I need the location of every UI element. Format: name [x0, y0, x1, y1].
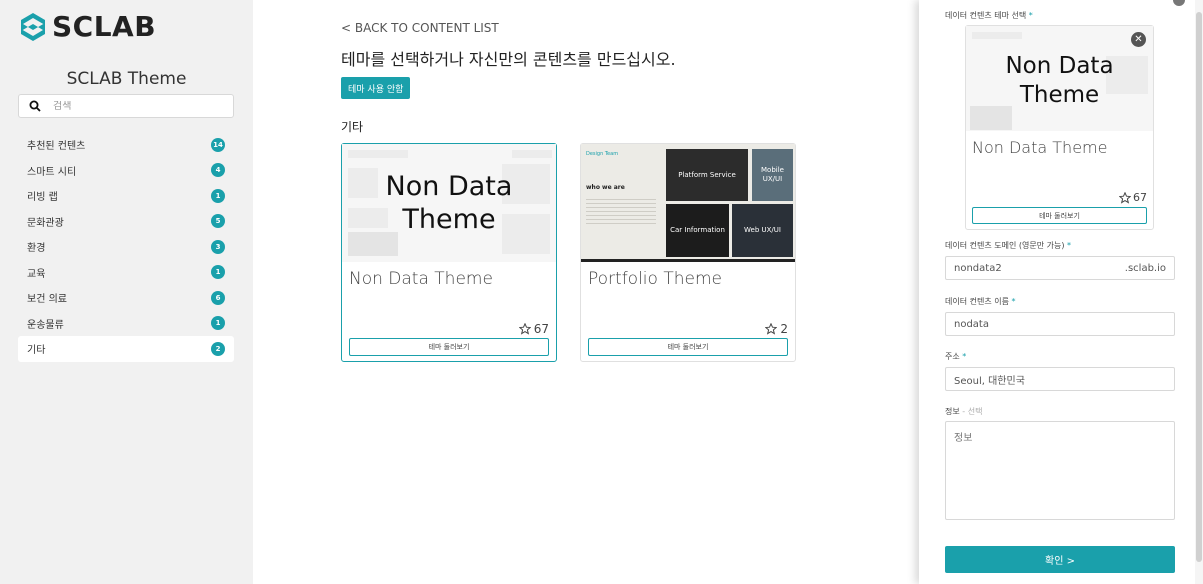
category-item[interactable]: 스마트 시티 4	[18, 158, 234, 184]
info-label: 정보 - 선택	[945, 407, 983, 416]
category-item[interactable]: 추천된 컨텐츠 14	[18, 132, 234, 158]
category-count-badge: 1	[211, 265, 225, 280]
theme-card-non-data[interactable]: Non Data Theme Non Data Theme 67 테마 둘러보기	[341, 143, 557, 362]
address-label: 주소 *	[945, 352, 967, 361]
theme-name: Non Data Theme	[972, 138, 1108, 157]
back-to-list-link[interactable]: < BACK TO CONTENT LIST	[341, 21, 499, 35]
thumbnail-tile: Platform Service	[666, 149, 748, 201]
category-label: 스마트 시티	[27, 166, 77, 178]
sidebar: SCLAB SCLAB Theme 추천된 컨텐츠 14 스마트 시티 4 리빙 랩…	[0, 0, 253, 584]
thumbnail-title: Non Data Theme	[1005, 53, 1114, 108]
thumbnail-tile: Mobile UX/UI	[752, 149, 793, 201]
theme-select-label: 데이터 컨텐츠 테마 선택 *	[945, 11, 1033, 20]
section-label: 기타	[341, 120, 364, 134]
no-theme-button[interactable]: 테마 사용 안함	[341, 77, 411, 99]
search-input[interactable]	[53, 100, 223, 112]
category-item[interactable]: 리빙 랩 1	[18, 183, 234, 209]
category-item[interactable]: 운송물류 1	[18, 311, 234, 337]
logo-text: SCLAB	[52, 10, 157, 43]
domain-input[interactable]	[954, 262, 1104, 274]
category-count-badge: 14	[211, 137, 225, 152]
theme-card-portfolio[interactable]: Design Team who we are Platform Service …	[580, 143, 796, 362]
search-box	[18, 94, 234, 118]
create-content-panel: 데이터 컨텐츠 테마 선택 * Non Data Theme ✕ Non Dat…	[919, 0, 1203, 584]
category-count-badge: 5	[211, 214, 225, 229]
category-label: 환경	[27, 243, 46, 255]
star-count: 67	[1133, 191, 1147, 204]
domain-field: .sclab.io	[945, 256, 1175, 280]
preview-theme-button[interactable]: 테마 둘러보기	[588, 338, 788, 356]
thumbnail-caption: who we are	[586, 184, 625, 191]
theme-thumbnail: Non Data Theme	[966, 26, 1153, 131]
category-item[interactable]: 문화관광 5	[18, 209, 234, 235]
sidebar-title: SCLAB Theme	[66, 69, 187, 89]
category-item[interactable]: 교육 1	[18, 260, 234, 286]
category-label: 교육	[27, 268, 46, 280]
scrollbar-track[interactable]	[1195, 0, 1203, 584]
name-label: 데이터 컨텐츠 이름 *	[945, 297, 1016, 306]
preview-theme-button[interactable]: 테마 둘러보기	[349, 338, 549, 356]
star-icon	[518, 323, 531, 335]
thumbnail-tile: Web UX/UI	[732, 204, 793, 257]
theme-thumbnail: Non Data Theme	[342, 144, 556, 262]
domain-label: 데이터 컨텐츠 도메인 (영문만 가능) *	[945, 241, 1071, 250]
search-icon	[29, 100, 41, 112]
preview-theme-button[interactable]: 테마 둘러보기	[972, 207, 1147, 224]
category-label: 보건 의료	[27, 294, 67, 306]
name-field	[945, 312, 1175, 336]
category-count-badge: 1	[211, 316, 225, 331]
selected-theme-card: Non Data Theme ✕ Non Data Theme 67 테마 둘러…	[965, 25, 1154, 230]
address-field	[945, 367, 1175, 391]
category-label: 운송물류	[27, 319, 64, 331]
confirm-button[interactable]: 확인 >	[945, 546, 1175, 573]
logo[interactable]: SCLAB	[20, 10, 156, 43]
star-rating: 67	[518, 322, 549, 336]
scrollbar-thumb[interactable]	[1196, 12, 1202, 562]
theme-name: Portfolio Theme	[588, 269, 722, 289]
thumbnail-brand: Design Team	[586, 151, 619, 157]
category-count-badge: 1	[211, 188, 225, 203]
category-count-badge: 6	[211, 290, 225, 305]
domain-suffix: .sclab.io	[1124, 262, 1166, 274]
category-label: 문화관광	[27, 217, 64, 229]
thumbnail-tile: Car Information	[666, 204, 729, 257]
star-rating: 67	[1119, 191, 1147, 204]
star-count: 2	[780, 322, 788, 336]
category-list: 추천된 컨텐츠 14 스마트 시티 4 리빙 랩 1 문화관광 5 환경 3 교육 1 보건…	[18, 132, 234, 362]
star-icon	[765, 323, 778, 335]
category-label: 추천된 컨텐츠	[27, 141, 86, 153]
address-input[interactable]	[954, 373, 1104, 385]
thumbnail-title: Non Data Theme	[385, 171, 513, 235]
category-label: 기타	[27, 345, 46, 357]
star-icon	[1119, 191, 1131, 204]
page-headline: 테마를 선택하거나 자신만의 콘텐츠를 만드십시오.	[341, 50, 676, 69]
category-label: 리빙 랩	[27, 192, 58, 204]
category-count-badge: 3	[211, 239, 225, 254]
logo-icon	[21, 12, 45, 41]
theme-name: Non Data Theme	[349, 269, 493, 289]
category-count-badge: 2	[211, 341, 225, 356]
name-input[interactable]	[954, 318, 1104, 330]
star-count: 67	[533, 322, 549, 336]
remove-selection-close-icon[interactable]: ✕	[1131, 32, 1146, 47]
star-rating: 2	[765, 322, 788, 336]
category-count-badge: 4	[211, 163, 225, 178]
category-item[interactable]: 환경 3	[18, 234, 234, 260]
category-item-active[interactable]: 기타 2	[18, 336, 234, 362]
theme-thumbnail: Design Team who we are Platform Service …	[581, 144, 795, 262]
panel-close-icon[interactable]	[1173, 0, 1185, 6]
info-textarea[interactable]	[945, 421, 1175, 520]
category-item[interactable]: 보건 의료 6	[18, 285, 234, 311]
